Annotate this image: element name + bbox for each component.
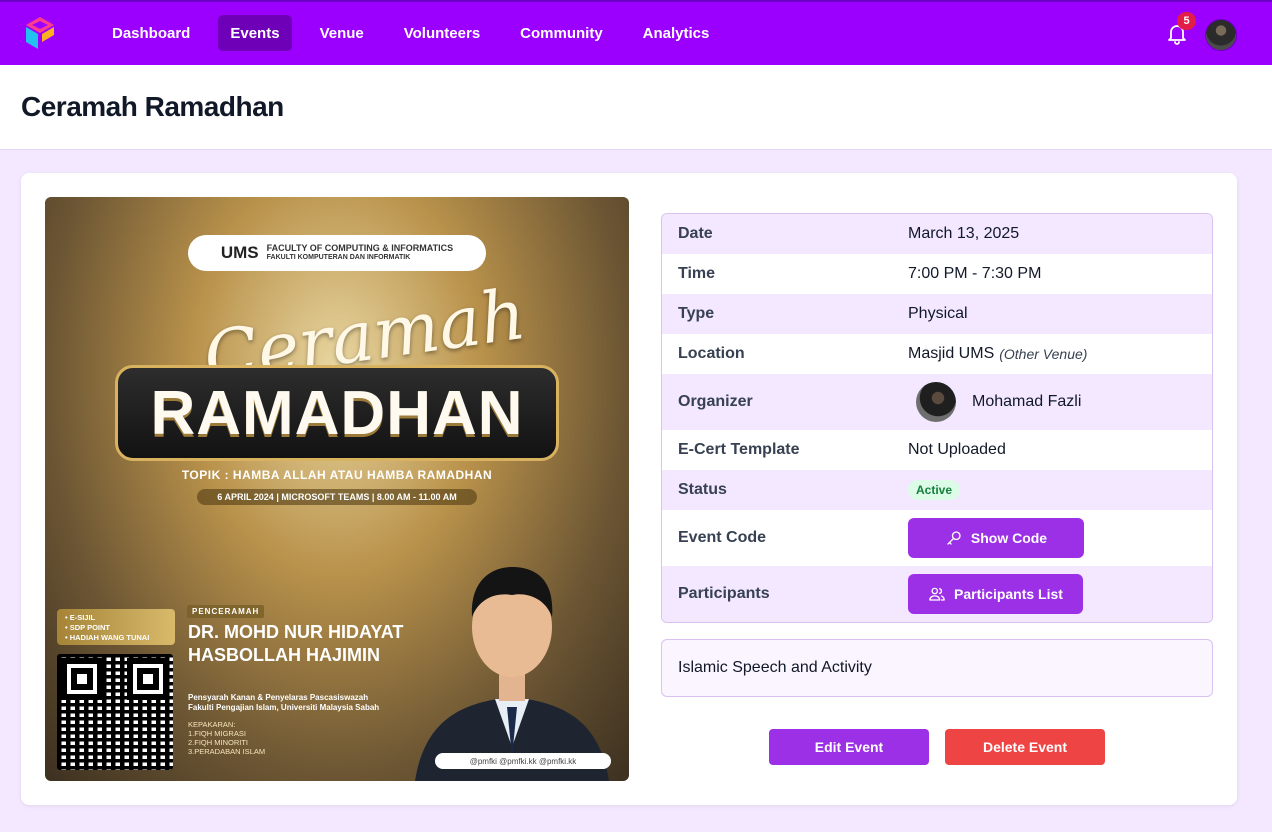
detail-label: Event Code — [678, 529, 767, 546]
detail-row-status: Status Active — [662, 470, 1212, 510]
perk-item: • E-SIJIL — [65, 613, 96, 622]
speaker-expertise: KEPAKARAN: 1.FIQH MIGRASI 2.FIQH MINORIT… — [188, 720, 265, 756]
expertise-item: 1.FIQH MIGRASI — [188, 729, 246, 738]
status-badge: Active — [908, 480, 961, 500]
expertise-label: KEPAKARAN: — [188, 720, 236, 729]
participants-list-button[interactable]: Participants List — [908, 574, 1083, 614]
expertise-item: 2.FIQH MINORITI — [188, 738, 248, 747]
detail-label: Location — [678, 345, 745, 362]
ecert-status: Not Uploaded — [908, 441, 1006, 458]
nav-item-dashboard[interactable]: Dashboard — [100, 15, 202, 51]
speaker-name-line-1: DR. MOHD NUR HIDAYAT — [188, 622, 404, 642]
role-line-2: Fakulti Pengajian Islam, Universiti Mala… — [188, 703, 380, 712]
poster-datetime: 6 APRIL 2024 | MICROSOFT TEAMS | 8.00 AM… — [197, 489, 477, 505]
event-type: Physical — [908, 305, 968, 322]
event-card: UMS FACULTY OF COMPUTING & INFORMATICS F… — [21, 173, 1237, 805]
poster-main-title: RAMADHAN — [150, 378, 524, 448]
detail-label: Participants — [678, 585, 770, 602]
event-organizer: Mohamad Fazli — [908, 382, 1212, 422]
qr-code — [57, 654, 173, 770]
organizer-avatar — [916, 382, 956, 422]
location-note: (Other Venue) — [999, 346, 1088, 362]
detail-row-date: Date March 13, 2025 — [662, 214, 1212, 254]
organizer-name: Mohamad Fazli — [972, 393, 1082, 410]
users-icon — [929, 587, 945, 601]
detail-row-participants: Participants Participants List — [662, 566, 1212, 622]
detail-label: Status — [678, 481, 727, 498]
nav-item-events[interactable]: Events — [218, 15, 292, 51]
participants-list-label: Participants List — [954, 586, 1063, 602]
page-title: Ceramah Ramadhan — [21, 91, 284, 122]
speaker-photo — [415, 567, 609, 781]
speaker-role: Pensyarah Kanan & Penyelaras Pascasiswaz… — [188, 693, 379, 713]
poster-title-plate: RAMADHAN — [115, 365, 559, 461]
detail-row-location: Location Masjid UMS (Other Venue) — [662, 334, 1212, 374]
event-location: Masjid UMS (Other Venue) — [908, 345, 1212, 363]
event-details-table: Date March 13, 2025 Time 7:00 PM - 7:30 … — [661, 213, 1213, 623]
detail-label: Date — [678, 225, 713, 242]
poster-topic: TOPIK : HAMBA ALLAH ATAU HAMBA RAMADHAN — [181, 468, 493, 482]
event-code: Show Code — [908, 518, 1212, 558]
notification-count-badge: 5 — [1177, 12, 1196, 30]
edit-event-button[interactable]: Edit Event — [769, 729, 929, 765]
nav-item-volunteers[interactable]: Volunteers — [392, 15, 492, 51]
detail-label: E-Cert Template — [678, 441, 800, 458]
detail-label: Time — [678, 265, 716, 282]
nav-item-venue[interactable]: Venue — [308, 15, 376, 51]
show-code-button[interactable]: Show Code — [908, 518, 1084, 558]
detail-row-type: Type Physical — [662, 294, 1212, 334]
show-code-label: Show Code — [970, 530, 1048, 546]
detail-row-organizer: Organizer Mohamad Fazli — [662, 374, 1212, 430]
nav-item-analytics[interactable]: Analytics — [631, 15, 722, 51]
event-time: 7:00 PM - 7:30 PM — [908, 265, 1042, 282]
app-logo-icon[interactable] — [22, 15, 58, 53]
key-icon — [947, 531, 961, 545]
perk-item: • HADIAH WANG TUNAI — [65, 633, 150, 642]
faculty-name: FACULTY OF COMPUTING & INFORMATICS FAKUL… — [267, 243, 454, 263]
event-description: Islamic Speech and Activity — [661, 639, 1213, 697]
speaker-name: DR. MOHD NUR HIDAYAT HASBOLLAH HAJIMIN — [188, 621, 403, 667]
detail-row-ecert: E-Cert Template Not Uploaded — [662, 430, 1212, 470]
detail-label: Type — [678, 305, 715, 322]
top-nav: Dashboard Events Venue Volunteers Commun… — [0, 0, 1272, 65]
user-avatar[interactable] — [1205, 19, 1237, 51]
faculty-line-2: FAKULTI KOMPUTERAN DAN INFORMATIK — [266, 254, 411, 261]
event-participants: Participants List — [908, 574, 1212, 614]
page-header: Ceramah Ramadhan — [0, 65, 1272, 150]
expertise-item: 3.PERADABAN ISLAM — [188, 747, 266, 756]
ums-logo-text: UMS — [220, 243, 259, 262]
speaker-label: PENCERAMAH — [187, 605, 265, 618]
detail-row-time: Time 7:00 PM - 7:30 PM — [662, 254, 1212, 294]
nav-menu: Dashboard Events Venue Volunteers Commun… — [100, 15, 737, 51]
event-poster: UMS FACULTY OF COMPUTING & INFORMATICS F… — [45, 197, 629, 781]
poster-socials: @pmfki @pmfki.kk @pmfki.kk — [435, 753, 611, 769]
speaker-name-line-2: HASBOLLAH HAJIMIN — [188, 645, 380, 665]
location-name: Masjid UMS — [908, 345, 995, 362]
detail-label: Organizer — [678, 393, 753, 410]
poster-logo-strip: UMS FACULTY OF COMPUTING & INFORMATICS F… — [188, 235, 486, 271]
delete-event-button[interactable]: Delete Event — [945, 729, 1105, 765]
event-status: Active — [908, 480, 1212, 500]
faculty-line-1: FACULTY OF COMPUTING & INFORMATICS — [266, 243, 454, 253]
event-date: March 13, 2025 — [908, 225, 1020, 242]
detail-row-code: Event Code Show Code — [662, 510, 1212, 566]
poster-perks: • E-SIJIL • SDP POINT • HADIAH WANG TUNA… — [57, 609, 175, 645]
perk-item: • SDP POINT — [65, 623, 110, 632]
role-line-1: Pensyarah Kanan & Penyelaras Pascasiswaz… — [188, 693, 369, 702]
nav-item-community[interactable]: Community — [508, 15, 615, 51]
